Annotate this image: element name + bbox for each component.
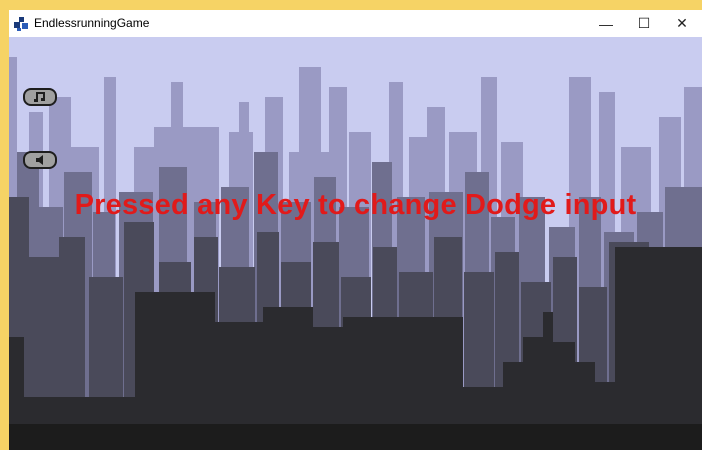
sound-toggle-button[interactable] xyxy=(23,151,57,169)
app-icon xyxy=(14,17,28,31)
minimize-button[interactable]: — xyxy=(588,10,624,37)
dodge-input-message: Pressed any Key to change Dodge input xyxy=(74,189,637,221)
music-toggle-button[interactable] xyxy=(23,88,57,106)
city-skyline-background xyxy=(9,37,702,450)
music-note-icon xyxy=(34,92,45,102)
close-button[interactable]: ✕ xyxy=(664,10,700,37)
window-title: EndlessrunningGame xyxy=(34,16,150,30)
title-bar[interactable]: EndlessrunningGame — ☐ ✕ xyxy=(9,10,702,37)
speaker-icon xyxy=(36,155,43,165)
maximize-button[interactable]: ☐ xyxy=(626,10,662,37)
game-canvas[interactable]: Pressed any Key to change Dodge input xyxy=(9,37,702,450)
game-window: EndlessrunningGame — ☐ ✕ Pressed any Key… xyxy=(9,10,702,450)
ground-strip xyxy=(9,424,702,450)
